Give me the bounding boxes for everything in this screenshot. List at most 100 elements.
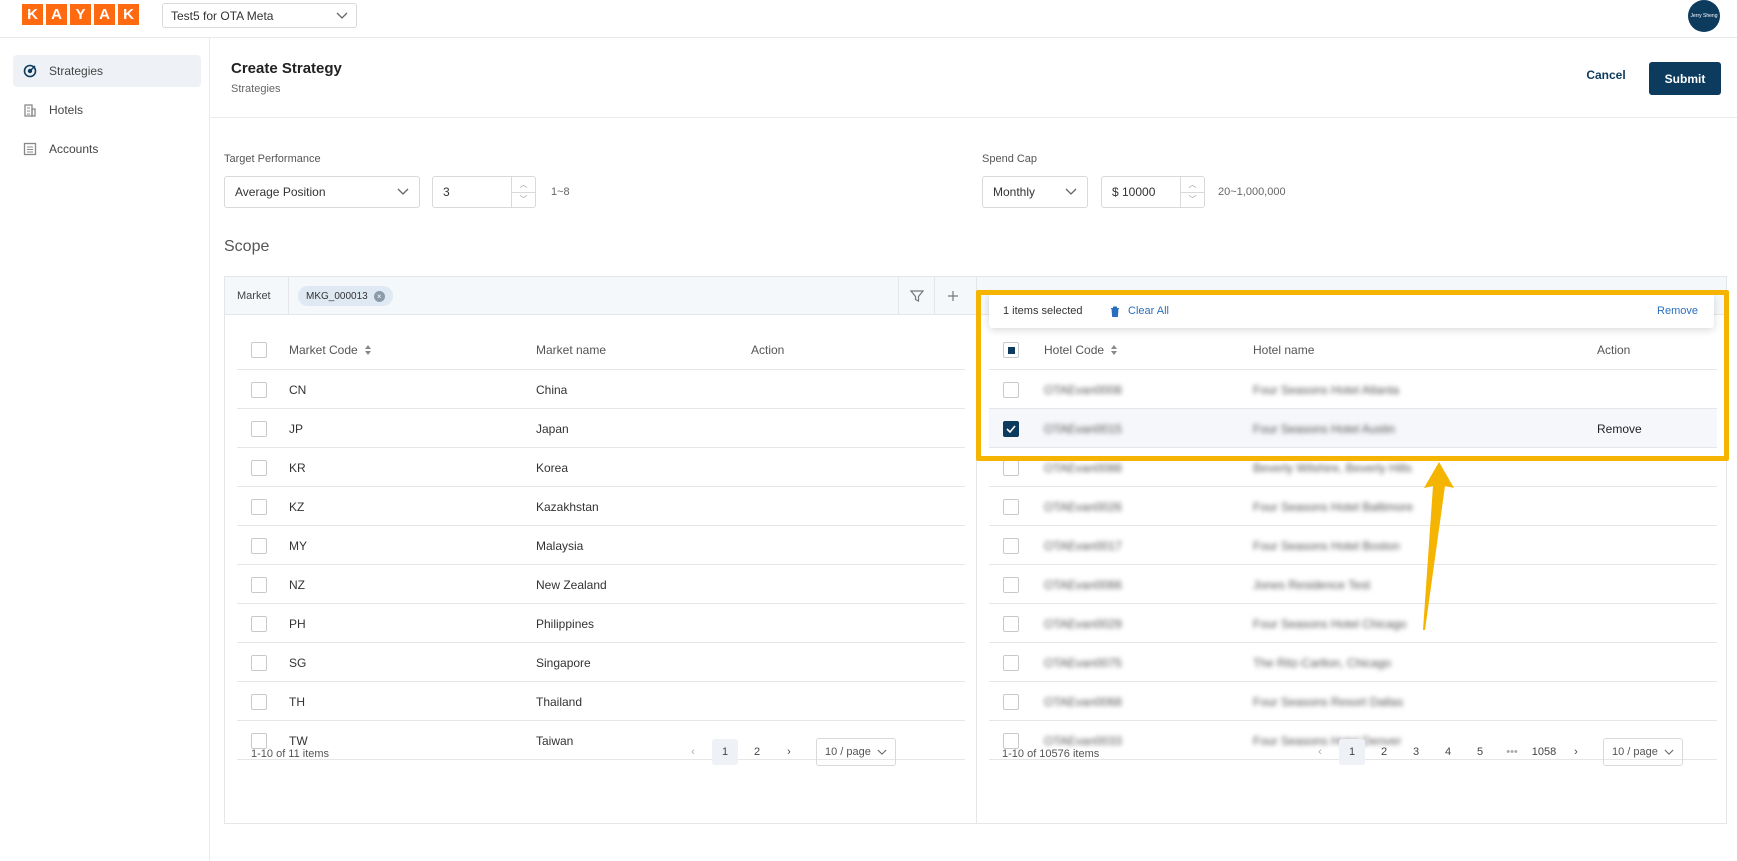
table-row[interactable]: OTAEvan0075 The Ritz-Carlton, Chicago: [989, 643, 1717, 682]
market-name: Kazakhstan: [536, 499, 599, 514]
step-up-icon[interactable]: ︿: [1181, 177, 1204, 193]
kayak-logo[interactable]: K A Y A K: [22, 4, 139, 25]
market-code-header[interactable]: Market Code: [289, 330, 372, 370]
table-row[interactable]: JP Japan: [237, 409, 965, 448]
target-value: 3: [443, 185, 450, 199]
step-down-icon[interactable]: ﹀: [1181, 193, 1204, 208]
hotel-name: Jones Residence Test: [1253, 577, 1371, 592]
table-row[interactable]: KR Korea: [237, 448, 965, 487]
step-down-icon[interactable]: ﹀: [512, 193, 535, 208]
hotel-name: Four Seasons Hotel Baltimore: [1253, 499, 1414, 514]
page-size-select[interactable]: 10 / page: [1603, 738, 1683, 766]
hotel-name: The Ritz-Carlton, Chicago: [1253, 655, 1392, 670]
spend-value: $ 10000: [1112, 185, 1156, 199]
page-header: Create Strategy Strategies Cancel Submit: [211, 38, 1737, 118]
target-metric-select[interactable]: Average Position: [224, 176, 420, 208]
row-checkbox[interactable]: [251, 448, 267, 487]
row-checkbox[interactable]: [251, 487, 267, 526]
target-value-stepper[interactable]: ︿ ﹀: [511, 177, 535, 207]
table-row[interactable]: PH Philippines: [237, 604, 965, 643]
sort-icon[interactable]: [364, 344, 372, 356]
table-row[interactable]: OTAEvan0026 Four Seasons Hotel Baltimore: [989, 487, 1717, 526]
row-checkbox[interactable]: [1003, 487, 1019, 526]
close-icon[interactable]: ×: [373, 290, 385, 302]
table-row[interactable]: CN China: [237, 370, 965, 409]
page-button[interactable]: 4: [1435, 739, 1461, 765]
table-row[interactable]: NZ New Zealand: [237, 565, 965, 604]
page-button[interactable]: 3: [1403, 739, 1429, 765]
table-row[interactable]: OTAEvan0029 Four Seasons Hotel Chicago: [989, 604, 1717, 643]
add-button[interactable]: [934, 277, 970, 315]
highlight-box: [976, 290, 1729, 461]
row-checkbox[interactable]: [251, 604, 267, 643]
table-row[interactable]: MY Malaysia: [237, 526, 965, 565]
row-checkbox[interactable]: [251, 526, 267, 565]
market-code: TH: [289, 694, 305, 709]
row-checkbox[interactable]: [251, 565, 267, 604]
annotation-arrow: [1423, 462, 1454, 630]
page-size-value: 10 / page: [825, 746, 871, 758]
page-button[interactable]: 1058: [1531, 739, 1557, 765]
row-checkbox[interactable]: [1003, 526, 1019, 565]
target-value-input[interactable]: 3 ︿ ﹀: [432, 176, 536, 208]
market-name: China: [536, 382, 568, 397]
market-name: New Zealand: [536, 577, 607, 592]
breadcrumb[interactable]: Strategies: [231, 83, 281, 95]
avatar[interactable]: Jerry Sheng: [1688, 0, 1720, 32]
next-page-icon[interactable]: ›: [776, 739, 802, 765]
sidebar-item-hotels[interactable]: Hotels: [13, 94, 201, 126]
table-row[interactable]: OTAEvan0066 Jones Residence Test: [989, 565, 1717, 604]
next-page-icon[interactable]: ›: [1563, 739, 1589, 765]
table-row[interactable]: KZ Kazakhstan: [237, 487, 965, 526]
market-code: PH: [289, 616, 306, 631]
table-row[interactable]: OTAEvan0017 Four Seasons Hotel Boston: [989, 526, 1717, 565]
select-all-checkbox[interactable]: [251, 330, 267, 370]
row-checkbox[interactable]: [251, 643, 267, 682]
page-button[interactable]: 5: [1467, 739, 1493, 765]
row-checkbox[interactable]: [251, 682, 267, 721]
step-up-icon[interactable]: ︿: [512, 177, 535, 193]
pagination-total: 1-10 of 11 items: [251, 748, 330, 760]
row-checkbox[interactable]: [251, 370, 267, 409]
chevron-down-icon: [397, 188, 409, 195]
hotel-code: OTAEvan0068: [1044, 694, 1122, 709]
table-row[interactable]: TH Thailand: [237, 682, 965, 721]
filter-button[interactable]: [898, 277, 934, 315]
row-checkbox[interactable]: [1003, 643, 1019, 682]
submit-button[interactable]: Submit: [1649, 62, 1721, 95]
row-checkbox[interactable]: [1003, 604, 1019, 643]
page-button[interactable]: 2: [744, 739, 770, 765]
target-metric-value: Average Position: [235, 185, 326, 199]
prev-page-icon[interactable]: ‹: [1307, 739, 1333, 765]
cancel-button[interactable]: Cancel: [1581, 59, 1631, 91]
top-bar: K A Y A K Test5 for OTA Meta Jerry Sheng: [0, 0, 1737, 38]
page-size-select[interactable]: 10 / page: [816, 738, 896, 766]
sidebar-item-label: Accounts: [49, 142, 99, 156]
market-tag[interactable]: MKG_000013 ×: [298, 286, 393, 306]
market-label: Market: [237, 277, 289, 315]
row-checkbox[interactable]: [1003, 565, 1019, 604]
market-name: Malaysia: [536, 538, 584, 553]
spend-value-input[interactable]: $ 10000 ︿ ﹀: [1101, 176, 1205, 208]
spend-value-stepper[interactable]: ︿ ﹀: [1180, 177, 1204, 207]
page-button[interactable]: 1: [712, 739, 738, 765]
market-code: SG: [289, 655, 307, 670]
market-name: Thailand: [536, 694, 583, 709]
building-icon: [24, 104, 36, 117]
row-checkbox[interactable]: [1003, 682, 1019, 721]
market-name: Philippines: [536, 616, 595, 631]
page-button[interactable]: 2: [1371, 739, 1397, 765]
hotel-name: Four Seasons Hotel Boston: [1253, 538, 1400, 553]
table-row[interactable]: OTAEvan0068 Four Seasons Resort Dallas: [989, 682, 1717, 721]
spend-period-select[interactable]: Monthly: [982, 176, 1088, 208]
sidebar-item-accounts[interactable]: Accounts: [13, 133, 201, 165]
market-code: KR: [289, 460, 306, 475]
account-select[interactable]: Test5 for OTA Meta: [162, 3, 357, 28]
prev-page-icon[interactable]: ‹: [680, 739, 706, 765]
more-pages-icon[interactable]: •••: [1499, 739, 1525, 765]
page-button[interactable]: 1: [1339, 739, 1365, 765]
hotel-code: OTAEvan0029: [1044, 616, 1122, 631]
table-row[interactable]: SG Singapore: [237, 643, 965, 682]
row-checkbox[interactable]: [251, 409, 267, 448]
sidebar-item-strategies[interactable]: Strategies: [13, 55, 201, 87]
